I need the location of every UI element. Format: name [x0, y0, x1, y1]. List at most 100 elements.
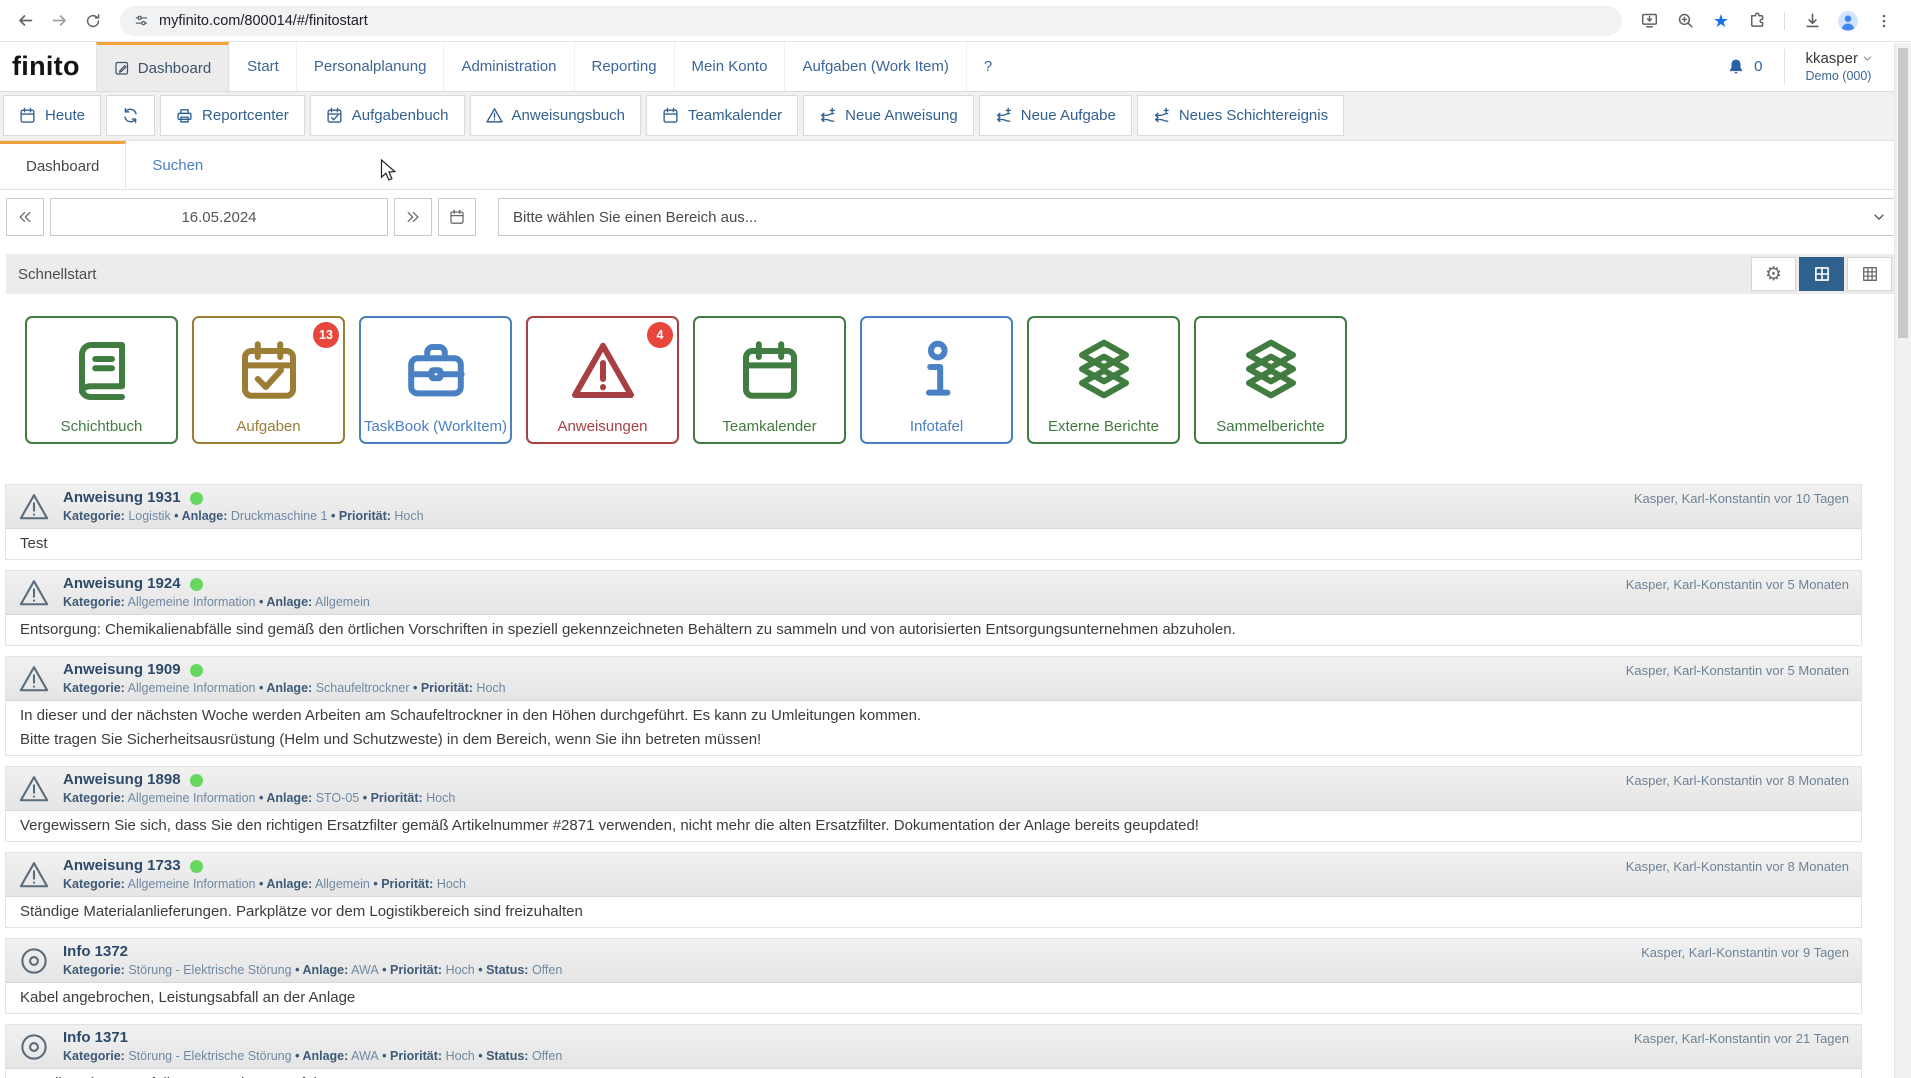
quick-toolbar: Heute Reportcenter Aufgabenbuch Anweisungsb…	[0, 92, 1911, 141]
view-grid-large-button[interactable]	[1799, 257, 1844, 291]
navbar-right: 0 kkasper Demo (000)	[1719, 42, 1877, 91]
user-name: kkasper	[1805, 49, 1858, 69]
install-icon[interactable]	[1634, 6, 1664, 36]
meta-label: Anlage	[302, 1049, 348, 1063]
tile-externe-berichte[interactable]: Externe Berichte	[1027, 316, 1180, 444]
finito-logo[interactable]: finito	[0, 42, 96, 91]
downloads-icon[interactable]	[1797, 6, 1827, 36]
toolbar-neue-aufgabe-button[interactable]: Neue Aufgabe	[979, 95, 1132, 136]
user-tenant: Demo (000)	[1805, 68, 1873, 84]
feed-item-meta: Kategorie Störung - Elektrische Störung …	[63, 1049, 562, 1065]
feed-item-header[interactable]: Anweisung 1931 Kategorie Logistik • Anla…	[6, 485, 1861, 529]
toolbar-neue-anweisung-button[interactable]: Neue Anweisung	[803, 95, 974, 136]
quickstart-settings-button[interactable]: ⚙	[1751, 257, 1796, 291]
toolbar-reportcenter-button[interactable]: Reportcenter	[160, 95, 305, 136]
toolbar-teamkalender-button[interactable]: Teamkalender	[646, 95, 798, 136]
address-bar[interactable]: myfinito.com/800014/#/finitostart	[120, 6, 1622, 36]
meta-label: Priorität	[381, 877, 433, 891]
notifications-button[interactable]: 0	[1719, 58, 1770, 76]
feed-item-title: Info 1371	[63, 1029, 128, 1048]
calendar-icon	[662, 107, 679, 124]
feed-item-header[interactable]: Anweisung 1898 Kategorie Allgemeine Info…	[6, 767, 1861, 811]
page-tabs: DashboardSuchen	[0, 141, 1911, 190]
meta-value: Druckmaschine 1	[231, 509, 328, 523]
scrollbar-thumb[interactable]	[1898, 48, 1908, 338]
avatar-icon	[1837, 10, 1859, 32]
feed-item-header[interactable]: Anweisung 1909 Kategorie Allgemeine Info…	[6, 657, 1861, 701]
meta-label: Anlage	[266, 791, 312, 805]
feed-item-anweisung-1909[interactable]: Anweisung 1909 Kategorie Allgemeine Info…	[5, 656, 1862, 756]
tile-infotafel[interactable]: Infotafel	[860, 316, 1013, 444]
feed-item-header[interactable]: Anweisung 1733 Kategorie Allgemeine Info…	[6, 853, 1861, 897]
tab-dashboard[interactable]: Dashboard	[0, 141, 126, 189]
toolbar-refresh-button[interactable]	[106, 95, 155, 136]
feed-body-line: Ständige Materialanlieferungen. Parkplät…	[20, 900, 1847, 924]
nav-item-dashboard[interactable]: Dashboard	[96, 42, 229, 91]
meta-label: Kategorie	[63, 791, 125, 805]
toolbar-aufgabenbuch-button[interactable]: Aufgabenbuch	[310, 95, 465, 136]
area-select[interactable]: Bitte wählen Sie einen Bereich aus...	[498, 198, 1895, 236]
prev-day-button[interactable]	[6, 198, 44, 236]
feed-item-body: Verteilung ist ausgefallen, Instandsetzu…	[6, 1069, 1861, 1078]
browser-reload-button[interactable]	[78, 6, 108, 36]
meta-value: Logistik	[128, 509, 170, 523]
browser-forward-button[interactable]	[44, 6, 74, 36]
tile-anweisungen[interactable]: 4Anweisungen	[526, 316, 679, 444]
nav-item-aufgaben-work-item[interactable]: Aufgaben (Work Item)	[784, 42, 965, 91]
tile-teamkalender[interactable]: Teamkalender	[693, 316, 846, 444]
tile-taskbook-workitem[interactable]: TaskBook (WorkItem)	[359, 316, 512, 444]
toolbar-neues-schichtereignis-button[interactable]: Neues Schichtereignis	[1137, 95, 1344, 136]
date-toolbar: Bitte wählen Sie einen Bereich aus...	[6, 198, 1895, 236]
feed-item-header[interactable]: Info 1371 Kategorie Störung - Elektrisch…	[6, 1025, 1861, 1069]
warning-triangle-icon	[19, 774, 49, 804]
toolbar-button-label: Teamkalender	[688, 107, 782, 124]
view-grid-small-button[interactable]	[1847, 257, 1892, 291]
tab-suchen[interactable]: Suchen	[126, 141, 229, 189]
browser-back-button[interactable]	[10, 6, 40, 36]
gear-icon: ⚙	[1765, 265, 1782, 284]
tile-aufgaben[interactable]: 13Aufgaben	[192, 316, 345, 444]
area-select-value: Bitte wählen Sie einen Bereich aus...	[513, 209, 757, 226]
nav-item-label: ?	[984, 58, 992, 75]
profile-avatar[interactable]	[1833, 6, 1863, 36]
toolbar-anweisungsbuch-button[interactable]: Anweisungsbuch	[470, 95, 641, 136]
feed-item-author: Kasper, Karl-Konstantin vor 5 Monaten	[1626, 577, 1849, 592]
toolbar-button-label: Neue Aufgabe	[1021, 107, 1116, 124]
feed-item-info-1372[interactable]: Info 1372 Kategorie Störung - Elektrisch…	[5, 938, 1862, 1014]
feed-item-anweisung-1898[interactable]: Anweisung 1898 Kategorie Allgemeine Info…	[5, 766, 1862, 842]
nav-item-administration[interactable]: Administration	[443, 42, 573, 91]
feed-item-anweisung-1924[interactable]: Anweisung 1924 Kategorie Allgemeine Info…	[5, 570, 1862, 646]
calendar-picker-button[interactable]	[438, 198, 476, 236]
status-dot	[190, 774, 203, 787]
date-input[interactable]	[50, 198, 388, 236]
site-settings-icon[interactable]	[134, 13, 149, 28]
nav-item-reporting[interactable]: Reporting	[574, 42, 674, 91]
tile-schichtbuch[interactable]: Schichtbuch	[25, 316, 178, 444]
feed-item-info-1371[interactable]: Info 1371 Kategorie Störung - Elektrisch…	[5, 1024, 1862, 1078]
browser-actions: ★	[1634, 6, 1901, 36]
calendar-icon	[449, 209, 465, 225]
feed-item-anweisung-1931[interactable]: Anweisung 1931 Kategorie Logistik • Anla…	[5, 484, 1862, 560]
bookmark-star-icon[interactable]: ★	[1706, 6, 1736, 36]
zoom-icon[interactable]	[1670, 6, 1700, 36]
meta-label: Status	[486, 963, 528, 977]
next-day-button[interactable]	[394, 198, 432, 236]
calendar-check-icon	[326, 107, 343, 124]
feed-item-anweisung-1733[interactable]: Anweisung 1733 Kategorie Allgemeine Info…	[5, 852, 1862, 928]
page-scrollbar[interactable]	[1894, 43, 1911, 1078]
feed-item-header[interactable]: Anweisung 1924 Kategorie Allgemeine Info…	[6, 571, 1861, 615]
nav-item-mein-konto[interactable]: Mein Konto	[674, 42, 785, 91]
divider	[1784, 12, 1785, 30]
nav-item-help[interactable]: ?	[966, 42, 1009, 91]
toolbar-heute-button[interactable]: Heute	[3, 95, 101, 136]
feed-body-line: Test	[20, 532, 1847, 556]
feed-item-header[interactable]: Info 1372 Kategorie Störung - Elektrisch…	[6, 939, 1861, 983]
toolbar-button-label: Aufgabenbuch	[352, 107, 449, 124]
extensions-icon[interactable]	[1742, 6, 1772, 36]
browser-menu-icon[interactable]	[1869, 6, 1899, 36]
nav-item-personalplanung[interactable]: Personalplanung	[296, 42, 444, 91]
nav-item-start[interactable]: Start	[229, 42, 296, 91]
tile-sammelberichte[interactable]: Sammelberichte	[1194, 316, 1347, 444]
tile-label: Anweisungen	[557, 418, 647, 435]
user-menu[interactable]: kkasper Demo (000)	[1784, 49, 1877, 85]
